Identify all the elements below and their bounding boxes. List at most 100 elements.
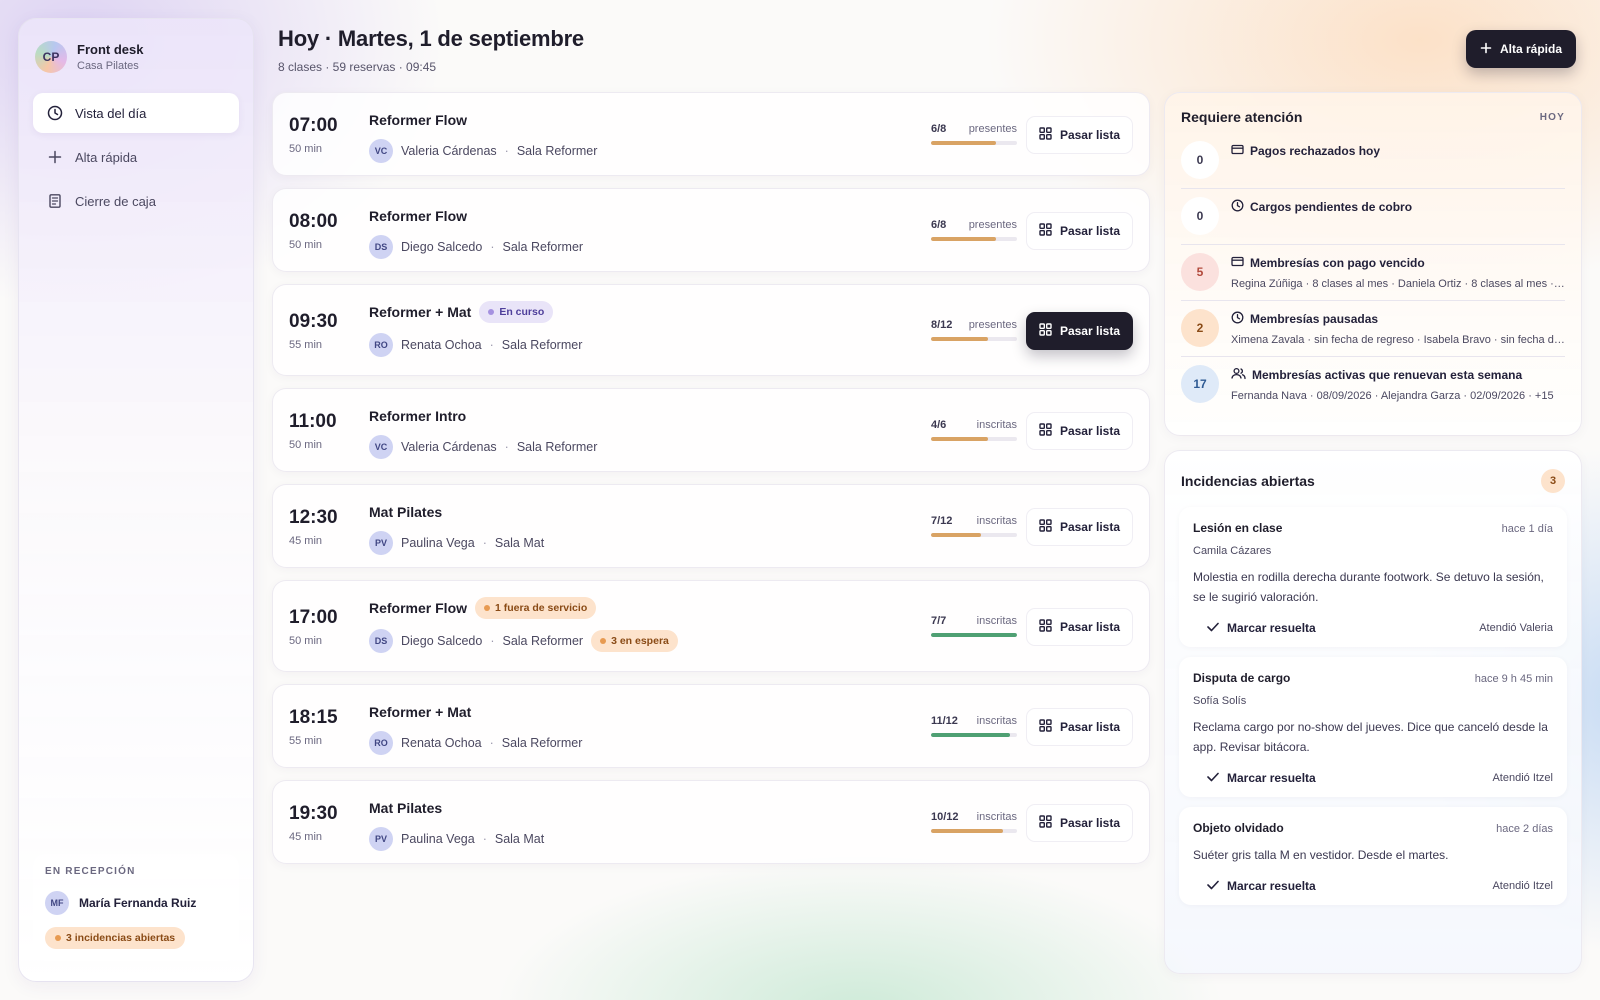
attendance-bar	[931, 533, 1017, 537]
page-subtitle: 8 clases · 59 reservas · 09:45	[278, 60, 437, 74]
class-card: 12:30 45 min Mat Pilates PV Paulina Vega …	[272, 484, 1150, 568]
attention-panel: Requiere atención HOY 0 Pagos rechazados…	[1164, 92, 1582, 436]
attendance-label: inscritas	[976, 715, 1017, 727]
mark-resolved-button[interactable]: Marcar resuelta	[1193, 771, 1316, 785]
brand-subtitle: Casa Pilates	[77, 60, 139, 72]
attention-count: 5	[1181, 253, 1219, 291]
attendance-label: presentes	[968, 123, 1017, 135]
meta-separator: ·	[490, 634, 495, 648]
attendance-bar-fill	[931, 533, 982, 537]
pasar-lista-button[interactable]: Pasar lista	[1025, 608, 1133, 646]
class-card: 19:30 45 min Mat Pilates PV Paulina Vega …	[272, 780, 1150, 864]
sidebar-item-alta-rapida[interactable]: Alta rápida	[33, 137, 239, 177]
incident-card: Disputa de cargo hace 9 h 45 min Sofía So…	[1179, 657, 1567, 797]
attendance-count: 4/6	[931, 419, 947, 431]
attention-count: 17	[1181, 365, 1219, 403]
incident-person: Camila Cázares	[1193, 545, 1272, 557]
attendance-stat: 4/6 inscritas	[931, 419, 1017, 441]
card-icon	[1231, 143, 1244, 159]
incidents-title: Incidencias abiertas	[1181, 473, 1315, 489]
open-incidents-label: 3 incidencias abiertas	[66, 932, 176, 944]
pasar-lista-label: Pasar lista	[1059, 520, 1120, 534]
room-name: Sala Reformer	[501, 736, 583, 750]
attention-item-detail: Fernanda Nava · 08/09/2026 · Alejandra G…	[1231, 390, 1554, 402]
pasar-lista-button[interactable]: Pasar lista	[1025, 708, 1133, 746]
instructor-avatar: PV	[369, 531, 393, 555]
check-icon	[1207, 621, 1219, 635]
pasar-lista-button[interactable]: Pasar lista	[1025, 508, 1133, 546]
pasar-lista-button[interactable]: Pasar lista	[1025, 212, 1133, 250]
attention-item-pago-vencido[interactable]: 5 Membresías con pago vencido Regina Zúñ…	[1181, 245, 1565, 301]
class-title: Reformer Intro	[369, 408, 467, 424]
pasar-lista-button[interactable]: Pasar lista	[1025, 412, 1133, 450]
attention-item-cargos-pendientes[interactable]: 0 Cargos pendientes de cobro	[1181, 189, 1565, 245]
reception-name: María Fernanda Ruiz	[79, 896, 197, 910]
quick-add-label: Alta rápida	[1499, 42, 1562, 56]
attendance-count: 6/8	[931, 219, 947, 231]
status-badge-label: En curso	[499, 306, 545, 318]
attention-count: 0	[1181, 141, 1219, 179]
attendance-bar-fill	[931, 633, 1017, 637]
sidebar-item-cierre-de-caja[interactable]: Cierre de caja	[33, 181, 239, 221]
attendance-label: inscritas	[976, 515, 1017, 527]
status-dot	[484, 605, 491, 611]
incident-description: Suéter gris talla M en vestidor. Desde e…	[1193, 848, 1449, 862]
instructor-avatar: PV	[369, 827, 393, 851]
attention-item-title: Membresías con pago vencido	[1250, 256, 1425, 270]
attention-item-detail: Ximena Zavala · sin fecha de regreso · I…	[1231, 334, 1565, 346]
class-title: Reformer + Mat	[369, 304, 472, 320]
status-dot	[55, 935, 61, 941]
clock-icon	[1231, 311, 1244, 327]
sidebar-item-vista-del-dia[interactable]: Vista del día	[33, 93, 239, 133]
open-incidents-badge[interactable]: 3 incidencias abiertas	[45, 927, 186, 949]
attendance-stat: 7/12 inscritas	[931, 515, 1017, 537]
attendance-bar-fill	[931, 829, 1003, 833]
pasar-lista-label: Pasar lista	[1059, 620, 1120, 634]
check-icon	[1207, 771, 1219, 785]
clock-icon	[1231, 199, 1244, 215]
class-duration: 50 min	[289, 239, 323, 251]
attention-item-pagos-rechazados[interactable]: 0 Pagos rechazados hoy	[1181, 133, 1565, 189]
attention-item-title: Cargos pendientes de cobro	[1250, 200, 1413, 214]
attention-item-renovaciones[interactable]: 17 Membresías activas que renuevan esta …	[1181, 357, 1565, 413]
sidebar-nav: Vista del día Alta rápida Cierre de caja	[33, 93, 239, 225]
instructor-name: Diego Salcedo	[401, 634, 483, 648]
attention-item-pausadas[interactable]: 2 Membresías pausadas Ximena Zavala · si…	[1181, 301, 1565, 357]
brand-avatar: CP	[35, 41, 67, 73]
quick-add-button[interactable]: Alta rápida	[1465, 30, 1576, 68]
attention-item-title: Membresías activas que renuevan esta sem…	[1252, 368, 1523, 382]
class-duration: 50 min	[289, 439, 323, 451]
mark-resolved-button[interactable]: Marcar resuelta	[1193, 621, 1316, 635]
mark-resolved-button[interactable]: Marcar resuelta	[1193, 879, 1316, 893]
grid-icon	[1039, 519, 1052, 535]
class-schedule: 07:00 50 min Reformer Flow VC Valeria Cár…	[272, 92, 1150, 876]
instructor-name: Renata Ochoa	[401, 736, 482, 750]
meta-separator: ·	[489, 736, 494, 750]
incidents-count-badge: 3	[1541, 469, 1565, 493]
room-name: Sala Reformer	[516, 144, 598, 158]
mark-resolved-label: Marcar resuelta	[1227, 771, 1316, 785]
incident-title: Objeto olvidado	[1193, 821, 1284, 835]
class-card: 17:00 50 min Reformer Flow 1 fuera de ser…	[272, 580, 1150, 672]
class-duration: 45 min	[289, 535, 323, 547]
attendance-label: inscritas	[976, 419, 1017, 431]
card-icon	[1231, 255, 1244, 271]
instructor-avatar: VC	[369, 435, 393, 459]
sidebar-item-label: Cierre de caja	[75, 193, 156, 209]
pasar-lista-button[interactable]: Pasar lista	[1025, 804, 1133, 842]
instructor-avatar: VC	[369, 139, 393, 163]
class-time: 17:00	[289, 607, 338, 628]
incident-attended-by: Atendió Itzel	[1492, 880, 1553, 892]
class-duration: 50 min	[289, 635, 323, 647]
attention-item-title: Pagos rechazados hoy	[1250, 144, 1381, 158]
class-card: 11:00 50 min Reformer Intro VC Valeria Cá…	[272, 388, 1150, 472]
incident-person: Sofía Solís	[1193, 695, 1247, 707]
pasar-lista-button[interactable]: Pasar lista	[1025, 312, 1133, 350]
room-name: Sala Reformer	[501, 338, 583, 352]
attendance-label: presentes	[968, 219, 1017, 231]
pasar-lista-button[interactable]: Pasar lista	[1025, 116, 1133, 154]
attendance-bar	[931, 829, 1017, 833]
class-title: Mat Pilates	[369, 800, 443, 816]
attendance-stat: 6/8 presentes	[931, 219, 1017, 241]
pasar-lista-label: Pasar lista	[1059, 816, 1120, 830]
